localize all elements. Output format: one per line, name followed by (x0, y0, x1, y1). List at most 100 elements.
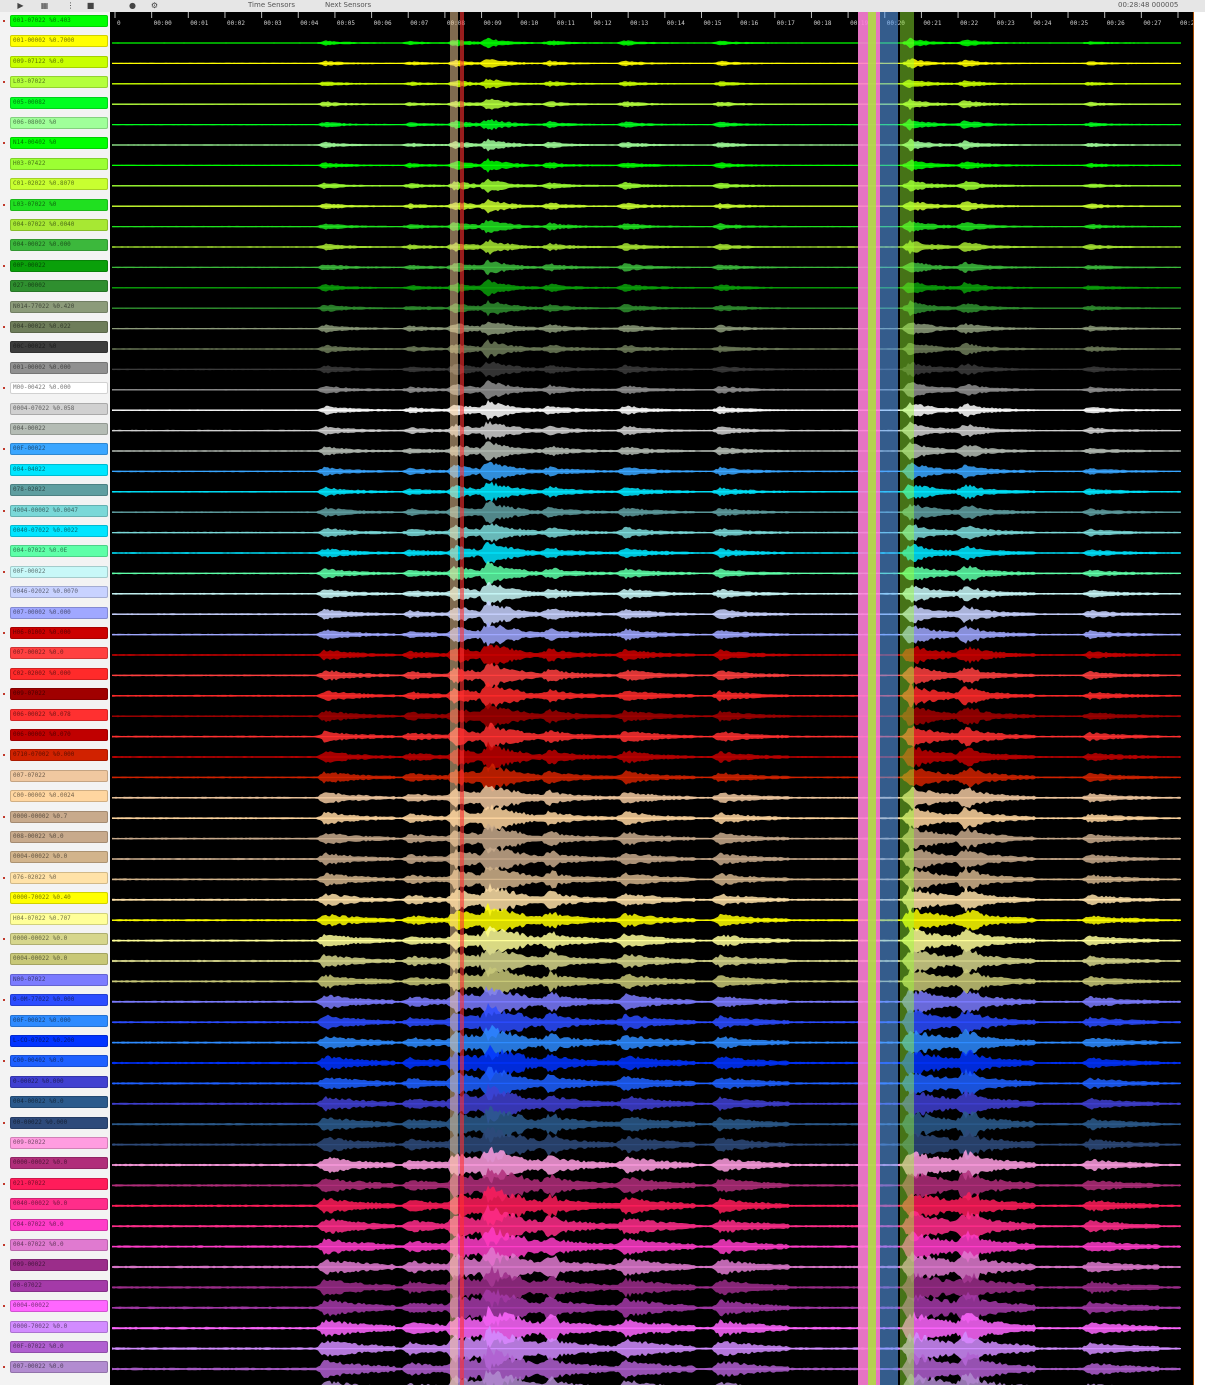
channel-label[interactable]: 006-00022 %0.078 (10, 708, 108, 721)
channel-label[interactable]: 004-00022 %0.000 (10, 239, 108, 252)
trace-waveform (112, 441, 1180, 461)
channel-label[interactable]: 004-07022 %0.0 (10, 1239, 108, 1251)
channel-label[interactable]: 00C-00022 %0 (10, 341, 108, 354)
record-icon[interactable]: ● (128, 1, 137, 10)
waveform-trace (112, 966, 1181, 997)
channel-label[interactable]: 005-00082 (10, 96, 108, 109)
channel-label[interactable]: H04-07022 %0.707 (10, 912, 108, 925)
waveform-trace (112, 722, 1181, 751)
channel-label[interactable]: L-CO-07022 %0.200 (10, 1035, 108, 1047)
channel-label[interactable]: 007-00002 %0.000 (10, 606, 108, 619)
trace-waveform (112, 1024, 1180, 1061)
channel-label[interactable]: 004-00022 %0.0 (10, 1096, 108, 1109)
channel-label[interactable]: 007-00022 %0.0 (10, 647, 108, 660)
split-icon[interactable]: ⋮ (66, 1, 75, 10)
trace-waveform (112, 58, 1180, 69)
channel-marker (3, 815, 5, 818)
channel-label[interactable]: 0000-00022 %0.0 (10, 1157, 108, 1170)
channel-label[interactable]: 008-00022 %0.0 (10, 831, 108, 843)
channel-label[interactable]: 001-00002 %0.000 (10, 361, 108, 374)
channel-label[interactable]: 009-07122 %0.0 (10, 55, 108, 68)
channel-label-text: 0-0M-77022 %0.000 (13, 996, 75, 1004)
channel-label[interactable]: 0004-00022 %0.0 (10, 953, 108, 966)
channel-label[interactable]: 0040-07022 %0.0022 (10, 525, 108, 537)
channel-label[interactable]: 0710-07002 %0.000 (10, 749, 108, 762)
trace-waveform (112, 944, 1180, 978)
channel-label[interactable]: 00F-00022 (10, 565, 108, 578)
channel-marker (3, 326, 5, 328)
channel-label[interactable]: 00F-00022 %0.000 (10, 1014, 108, 1027)
channel-label-text: 00P-00022 (13, 261, 46, 269)
channel-label[interactable]: 004-07022 %0.0E (10, 545, 108, 558)
trace-waveform (112, 1146, 1180, 1184)
channel-label[interactable]: 001-07022 %0.403 (10, 15, 108, 27)
channel-label[interactable]: 009-07022 (10, 688, 108, 701)
channel-label[interactable]: 0000-70022 %0.40 (10, 892, 108, 905)
trace-waveform (112, 847, 1180, 871)
waveform-trace (112, 1105, 1181, 1143)
trace-waveform (112, 118, 1180, 131)
channel-marker (3, 264, 5, 267)
channel-label[interactable]: 00F-07022 %0.0 (10, 1341, 108, 1353)
channel-label[interactable]: 004-00022 (10, 423, 108, 435)
channel-label[interactable]: 0004-00022 %0.0 (10, 851, 108, 864)
channel-label[interactable]: C00-00002 %0.0024 (10, 790, 108, 803)
channel-label[interactable]: 004-07022 %0.0040 (10, 219, 108, 231)
channel-label[interactable]: 001-00002 %0.7000 (10, 35, 108, 48)
channel-label[interactable]: 0004-00022 (10, 1300, 108, 1313)
channel-label[interactable]: 007-00022 %0.0 (10, 1361, 108, 1374)
channel-label[interactable]: 078-02022 (10, 484, 108, 497)
channel-label[interactable]: 0004-07022 %0.058 (10, 402, 108, 415)
waveform-view[interactable]: 0 00:00 00:01 00:02 00:03 00:04 00:05 00:06 00:0… (110, 12, 1193, 1385)
stop-icon[interactable]: ■ (86, 1, 95, 10)
channel-label[interactable]: 00P-00022 (10, 259, 108, 272)
channel-label[interactable]: 004-04022 (10, 463, 108, 476)
trace-waveform (112, 681, 1180, 710)
waveform-trace (112, 259, 1181, 276)
channel-label[interactable]: C00-00402 %0.0 (10, 1055, 108, 1068)
channel-label[interactable]: N00-07022 (10, 973, 108, 986)
toolbar-time-readout: 00:28:48 000005 (1118, 1, 1179, 9)
channel-label[interactable]: N014-77022 %0.420 (10, 300, 108, 313)
channel-label[interactable]: 00-00022 %0.000 (10, 1116, 108, 1129)
channel-label[interactable]: 006-08002 %0 (10, 117, 108, 129)
channel-label[interactable]: 0000-70022 %0.0 (10, 1320, 108, 1333)
play-icon[interactable]: ▶ (16, 1, 25, 10)
channel-label[interactable]: 0000-00022 %0.0 (10, 933, 108, 945)
channel-label[interactable]: C02-02002 %0.000 (10, 667, 108, 680)
vertical-scrollbar[interactable] (1193, 12, 1205, 1385)
channel-label[interactable]: 007-07022 (10, 769, 108, 782)
channel-label[interactable]: 009-00022 (10, 1259, 108, 1272)
channel-label[interactable]: 00F-00022 (10, 443, 108, 456)
channel-label[interactable]: 0-0M-77022 %0.000 (10, 994, 108, 1007)
saturation-band (900, 12, 914, 1385)
channel-marker (3, 20, 5, 22)
channel-label[interactable]: C01-02022 %0.8070 (10, 178, 108, 191)
channel-label[interactable]: 076-02022 %0 (10, 871, 108, 884)
channel-label-text: 004-04022 (13, 465, 46, 473)
channel-label[interactable]: 027-00002 (10, 280, 108, 293)
channel-label[interactable]: 004-00022 %0.022 (10, 321, 108, 333)
channel-label-text: 004-07022 %0.0E (13, 547, 68, 555)
channel-label[interactable]: 0040-00022 %0.0 (10, 1198, 108, 1211)
channel-label[interactable]: L03-07022 %0 (10, 198, 108, 211)
channel-label[interactable]: 006-00002 %0.070 (10, 729, 108, 741)
channel-label[interactable]: M00-00422 %0.000 (10, 382, 108, 395)
channel-label[interactable]: 021-07022 (10, 1177, 108, 1190)
channel-label[interactable]: H03-07422 (10, 157, 108, 170)
channel-label[interactable]: H06-01002 %0.000 (10, 627, 108, 639)
tool-icon[interactable]: ⚙ (150, 1, 159, 10)
saturation-band (868, 12, 876, 1385)
channel-label[interactable]: C04-07022 %0.0 (10, 1218, 108, 1231)
channel-label[interactable]: L03-07022 (10, 76, 108, 89)
trace-waveform (112, 1083, 1180, 1125)
channel-label[interactable]: 4004-00002 %0.0047 (10, 504, 108, 517)
grid-icon[interactable]: ▦ (40, 1, 49, 10)
waveform-trace (112, 138, 1181, 152)
channel-label[interactable]: 00-07022 (10, 1279, 108, 1292)
channel-label[interactable]: 0000-00002 %0.7 (10, 810, 108, 823)
channel-label[interactable]: N14-00402 %0 (10, 137, 108, 150)
channel-label[interactable]: 009-02022 (10, 1137, 108, 1149)
channel-label[interactable]: 0046-02022 %0.0070 (10, 586, 108, 599)
channel-label[interactable]: 0-00022 %0.000 (10, 1075, 108, 1088)
